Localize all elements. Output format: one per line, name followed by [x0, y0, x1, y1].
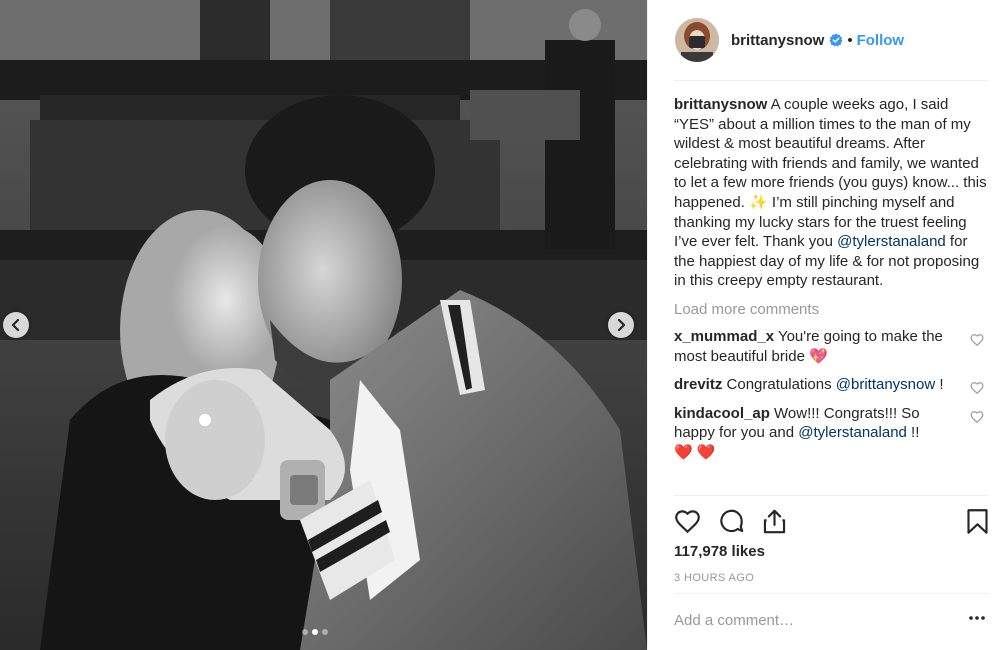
- carousel-next-button[interactable]: [608, 312, 634, 338]
- post-username[interactable]: brittanysnow: [731, 32, 824, 49]
- avatar-image: [675, 18, 719, 62]
- post-photo[interactable]: [0, 0, 647, 650]
- like-comment-icon[interactable]: [970, 381, 984, 395]
- comment-item: drevitz Congratulations @brittanysnow !: [674, 375, 988, 395]
- avatar[interactable]: [675, 18, 719, 62]
- comment-text-end: !!: [906, 424, 920, 442]
- chevron-left-icon: [11, 319, 20, 331]
- bookmark-icon[interactable]: [964, 508, 991, 535]
- comment-username[interactable]: drevitz: [674, 376, 722, 393]
- caption-username[interactable]: brittanysnow: [674, 96, 767, 113]
- post-header: brittanysnow • Follow: [648, 0, 1000, 80]
- like-comment-icon[interactable]: [970, 410, 984, 424]
- comments-list[interactable]: brittanysnow A couple weeks ago, I said …: [674, 95, 988, 495]
- more-options-icon[interactable]: [969, 616, 985, 620]
- post-side-panel: brittanysnow • Follow brittanysnow A cou…: [647, 0, 1000, 650]
- header-divider: [674, 80, 988, 81]
- comment-username[interactable]: x_mummad_x: [674, 328, 774, 345]
- comment-mention-link[interactable]: @tylerstanaland: [798, 424, 907, 441]
- add-comment-input[interactable]: [674, 612, 944, 629]
- like-comment-icon[interactable]: [970, 333, 984, 347]
- comment-emoji: ❤️ ❤️: [674, 443, 716, 461]
- carousel-dot: [322, 629, 328, 635]
- carousel-prev-button[interactable]: [3, 312, 29, 338]
- carousel-dot: [302, 629, 308, 635]
- comment-icon[interactable]: [718, 508, 745, 535]
- share-icon[interactable]: [761, 508, 788, 535]
- post-timestamp[interactable]: 3 HOURS AGO: [674, 572, 754, 584]
- follow-button[interactable]: Follow: [857, 32, 905, 49]
- comment-username[interactable]: kindacool_ap: [674, 405, 770, 422]
- verified-badge-icon: [829, 33, 843, 47]
- sparkle-emoji: ✨: [749, 193, 768, 211]
- comment-item: kindacool_ap Wow!!! Congrats!!! So happy…: [674, 404, 988, 463]
- comment-emoji: 💖: [809, 347, 828, 365]
- add-comment-section: [674, 593, 988, 650]
- likes-count[interactable]: 117,978 likes: [674, 543, 765, 560]
- comment-mention-link[interactable]: @brittanysnow: [836, 376, 935, 393]
- action-bar: [674, 495, 988, 547]
- photo-image: [0, 0, 647, 650]
- carousel-indicator: [302, 629, 328, 635]
- comment-text: Congratulations: [722, 376, 836, 394]
- heart-icon[interactable]: [674, 508, 701, 535]
- load-more-comments-button[interactable]: Load more comments: [674, 301, 988, 318]
- caption-mention-link[interactable]: @tylerstanaland: [837, 233, 946, 250]
- comment-item: x_mummad_x You're going to make the most…: [674, 327, 988, 366]
- post-caption: brittanysnow A couple weeks ago, I said …: [674, 95, 988, 291]
- separator-dot: •: [847, 31, 853, 49]
- comment-text-end: !: [935, 376, 944, 394]
- carousel-dot-active: [312, 629, 318, 635]
- chevron-right-icon: [617, 319, 626, 331]
